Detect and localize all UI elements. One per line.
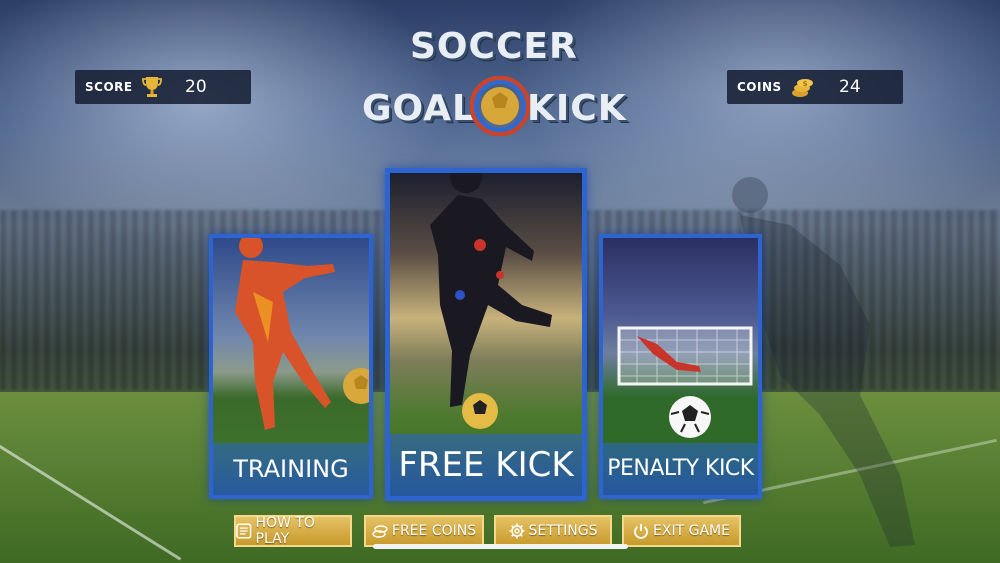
home-indicator[interactable] [373, 544, 628, 549]
exit-game-label: EXIT GAME [653, 523, 730, 539]
settings-label: SETTINGS [528, 523, 598, 539]
training-player-silhouette [235, 238, 335, 430]
training-label: TRAINING [213, 443, 369, 495]
title-ball-icon [470, 76, 530, 136]
training-ball-icon [343, 368, 369, 404]
power-icon [634, 524, 648, 539]
free-coins-label: FREE COINS [391, 523, 477, 539]
gear-icon [509, 523, 525, 539]
svg-text:$: $ [802, 80, 807, 88]
game-title-goal: GOAL [362, 88, 476, 129]
goal-net [617, 326, 753, 386]
mode-card-training[interactable]: TRAINING [209, 234, 373, 499]
score-value: 20 [185, 77, 207, 97]
penalty-ball-icon [669, 396, 711, 438]
free-coins-icon [372, 525, 388, 538]
info-icon [236, 523, 252, 539]
free-coins-button[interactable]: FREE COINS [364, 515, 484, 547]
free-kick-label: FREE KICK [390, 434, 582, 496]
coins-label: COINS [737, 80, 782, 94]
trophy-icon [141, 77, 162, 97]
score-label: SCORE [85, 80, 133, 94]
mode-card-penalty-kick[interactable]: PENALTY KICK [599, 234, 762, 499]
coins-icon: $ [791, 79, 813, 97]
score-panel: SCORE 20 [75, 70, 251, 104]
penalty-kick-label: PENALTY KICK [603, 443, 758, 495]
exit-game-button[interactable]: EXIT GAME [622, 515, 741, 547]
how-to-play-button[interactable]: HOW TO PLAY [234, 515, 352, 547]
game-title-kick: KICK [527, 88, 627, 129]
mode-card-free-kick[interactable]: FREE KICK [385, 168, 587, 501]
coins-panel: COINS $ 24 [727, 70, 903, 104]
settings-button[interactable]: SETTINGS [494, 515, 612, 547]
game-title-soccer: SOCCER [410, 26, 578, 67]
coins-value: 24 [839, 77, 861, 97]
free-kick-ball-icon [462, 393, 498, 429]
how-to-play-label: HOW TO PLAY [255, 515, 315, 547]
